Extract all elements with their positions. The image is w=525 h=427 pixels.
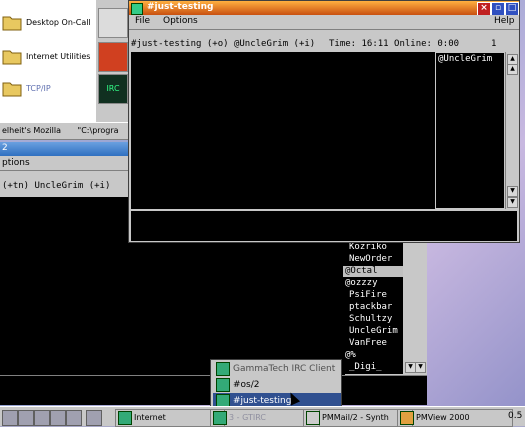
mail-icon — [306, 411, 320, 425]
front-status-line: #just-testing (+o) @UncleGrim (+i) Time:… — [129, 37, 519, 51]
taskbar-button-label: Internet — [134, 413, 166, 422]
maximize-icon[interactable]: □ — [505, 2, 519, 16]
menu-file[interactable]: File — [135, 16, 150, 26]
folder-item-label: Internet Utilities — [26, 51, 91, 61]
popup-item-label: #os/2 — [233, 379, 260, 390]
taskbar-launch-icon[interactable] — [86, 410, 102, 426]
taskbar: Internet 3 - GTIRC PMMail/2 - Synth PMVi… — [0, 406, 525, 427]
nick-item-selected[interactable]: @Octal — [343, 266, 403, 277]
irc-icon[interactable]: IRC — [98, 74, 128, 104]
popup-item-label: #just-testing — [233, 395, 292, 406]
folder-icon — [2, 16, 22, 31]
folder-icon — [118, 411, 132, 425]
scroll-up-icon[interactable]: ▲ — [507, 64, 518, 75]
taskbar-launch-icon[interactable] — [18, 410, 34, 426]
taskbar-launch-icon[interactable] — [50, 410, 66, 426]
mozilla-object-name: elheit's Mozilla — [2, 126, 61, 135]
folder-icon — [2, 50, 22, 65]
folder-item-tcpip[interactable]: TCP/IP — [0, 74, 96, 102]
folder-item-desktop-on-call[interactable]: Desktop On-Call — [0, 8, 96, 36]
taskbar-button-internet[interactable]: Internet — [115, 409, 225, 427]
mozilla-object-path: "C:\progra — [77, 126, 119, 135]
folder-icon — [2, 82, 22, 97]
channel-nick-list[interactable]: @UncleGrim — [435, 52, 505, 209]
folder-item-label: Desktop On-Call — [26, 17, 91, 27]
nick-item[interactable]: ptackbar — [343, 302, 403, 313]
front-window-title-bar[interactable]: #just-testing × ▫ □ — [129, 1, 519, 16]
window-list-popup: GammaTech IRC Client #os/2 #just-testing — [210, 359, 342, 409]
back-nick-list[interactable]: Kozriko NewOrder @Octal @ozzzy PsiFire p… — [343, 242, 403, 374]
folder-item-internet-utilities[interactable]: Internet Utilities — [0, 42, 96, 70]
mozilla-icon[interactable] — [98, 42, 128, 72]
irc-icon — [213, 411, 227, 425]
nick-list-scrollbar[interactable]: ▼ ▼ — [403, 242, 426, 374]
minimize-icon[interactable]: ▫ — [491, 2, 505, 16]
back-window-menu-options[interactable]: ptions — [0, 156, 128, 171]
nick-item[interactable]: @ozzzy — [343, 278, 403, 289]
nick-item[interactable]: UncleGrim — [343, 326, 403, 337]
nick-item[interactable]: Schultzy — [343, 314, 403, 325]
back-window-title[interactable]: 2 — [0, 142, 128, 156]
popup-item-label: GammaTech IRC Client — [233, 363, 336, 374]
nick-item[interactable]: PsiFire — [343, 290, 403, 301]
mozilla-object-bar: elheit's Mozilla "C:\progra — [0, 122, 128, 140]
nick-item[interactable]: @UncleGrim — [436, 53, 504, 65]
nick-item[interactable]: NewOrder — [343, 254, 403, 265]
user-count-text: 1 — [491, 39, 497, 49]
scroll-down-icon[interactable]: ▼ — [507, 197, 518, 208]
scroll-down-icon[interactable]: ▼ — [415, 362, 426, 373]
folder-item-label: TCP/IP — [26, 83, 51, 93]
taskbar-button-label: PMView 2000 — [416, 413, 470, 422]
irc-icon — [216, 361, 230, 376]
taskbar-button-label: 3 - GTIRC — [229, 413, 266, 422]
back-window-status: (+tn) UncleGrim (+i) — [0, 171, 128, 197]
nick-item[interactable]: VanFree — [343, 338, 403, 349]
popup-item-os2[interactable]: #os/2 — [213, 377, 341, 392]
nick-item[interactable]: Kozriko — [343, 242, 403, 253]
icon-column: IRC — [96, 0, 128, 122]
taskbar-button-label: PMMail/2 - Synth — [322, 413, 389, 422]
pmview-icon — [400, 411, 414, 425]
taskbar-launch-icon[interactable] — [2, 410, 18, 426]
taskbar-clock: 0.5 — [508, 411, 523, 421]
nick-list-scrollbar[interactable]: ▲ ▲ ▼ ▼ — [505, 52, 518, 209]
document-icon[interactable] — [98, 8, 128, 38]
menu-help[interactable]: Help — [494, 16, 515, 26]
channel-input-field[interactable] — [131, 209, 517, 241]
window-icon[interactable] — [131, 3, 143, 15]
front-menu-bar: File Options Help — [129, 15, 519, 30]
taskbar-launch-icon[interactable] — [66, 410, 82, 426]
channel-mode-text: #just-testing (+o) @UncleGrim (+i) — [131, 39, 316, 49]
irc-channel-window: #just-testing × ▫ □ File Options Help #j… — [128, 0, 520, 243]
nick-item[interactable]: _Digi_ — [343, 362, 403, 373]
front-window-title: #just-testing — [147, 2, 214, 12]
taskbar-button-pmview[interactable]: PMView 2000 — [397, 409, 513, 427]
popup-item-gammatech[interactable]: GammaTech IRC Client — [213, 361, 341, 376]
irc-icon — [216, 377, 230, 392]
time-online-text: Time: 16:11 Online: 0:00 — [329, 39, 460, 49]
menu-options[interactable]: Options — [163, 16, 198, 26]
taskbar-launch-icon[interactable] — [34, 410, 50, 426]
nick-item[interactable]: @% — [343, 350, 403, 361]
channel-text-area[interactable] — [131, 52, 435, 209]
scroll-down-icon[interactable]: ▼ — [507, 186, 518, 197]
close-icon[interactable]: × — [477, 2, 491, 16]
